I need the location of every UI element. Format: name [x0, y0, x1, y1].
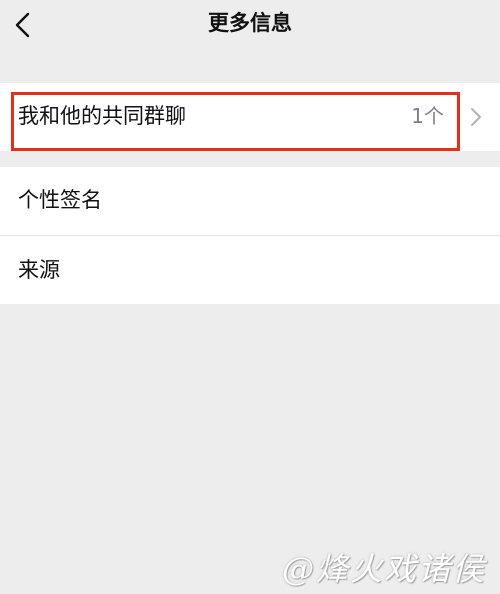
shared-groups-label: 我和他的共同群聊 — [18, 104, 186, 128]
signature-row[interactable]: 个性签名 — [0, 167, 500, 235]
shared-groups-count: 1个 — [411, 104, 444, 128]
watermark: @烽火戏诸侯 — [281, 550, 486, 588]
top-navbar: 更多信息 — [0, 0, 500, 52]
source-row[interactable]: 来源 — [0, 236, 500, 304]
chevron-right-icon — [471, 108, 481, 126]
signature-label: 个性签名 — [18, 188, 102, 212]
shared-groups-row[interactable]: 我和他的共同群聊 1个 — [0, 83, 500, 151]
page-title: 更多信息 — [208, 11, 292, 35]
source-label: 来源 — [18, 258, 60, 282]
